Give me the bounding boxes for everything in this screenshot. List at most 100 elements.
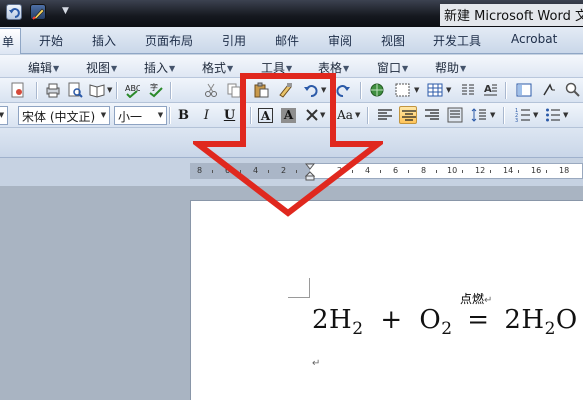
margin-corner-mark <box>288 278 310 298</box>
font-name-select[interactable]: 宋体 (中文正) ▼ <box>18 106 110 125</box>
ruler-tick <box>212 170 213 173</box>
menu-window-label: 窗口 <box>377 61 402 75</box>
ruler-tick <box>380 170 381 173</box>
menu-table[interactable]: 表格▼ <box>318 59 349 76</box>
bullets-icon[interactable] <box>544 106 562 124</box>
ruler-number: 8 <box>197 166 203 175</box>
tab-page-layout[interactable]: 页面布局 <box>145 32 193 49</box>
tab-insert[interactable]: 插入 <box>92 32 116 49</box>
font-name-dropdown-arrow[interactable]: ▼ <box>98 107 109 124</box>
customize-toolbar-dropdown[interactable]: ▼ <box>62 6 69 16</box>
tab-acrobat[interactable]: Acrobat <box>511 32 557 46</box>
change-case-dropdown-arrow[interactable]: ▼ <box>355 111 360 119</box>
change-case-button[interactable]: Aa <box>334 106 356 125</box>
permission-icon[interactable] <box>9 81 27 99</box>
tables-borders-icon[interactable] <box>394 81 412 99</box>
text-effect-icon[interactable] <box>303 106 321 124</box>
paragraph-mark: ↵ <box>312 358 321 369</box>
ruler-number: 12 <box>475 166 486 175</box>
line-spacing-dropdown-arrow[interactable]: ▼ <box>490 111 495 119</box>
menu-help[interactable]: 帮助▼ <box>435 59 466 76</box>
ruler-number: 10 <box>447 166 458 175</box>
tab-home[interactable]: 开始 <box>39 32 63 49</box>
undo-icon[interactable] <box>6 4 22 20</box>
numbering-dropdown-arrow[interactable]: ▼ <box>533 111 538 119</box>
reading-mode-icon[interactable] <box>88 81 106 99</box>
zoom-icon[interactable] <box>564 81 582 99</box>
toolbar-separator <box>505 82 506 99</box>
character-border-button[interactable]: A <box>258 108 273 123</box>
spelling-icon[interactable]: ABC <box>123 81 141 99</box>
print-icon[interactable] <box>44 81 62 99</box>
paste-icon[interactable] <box>252 81 270 99</box>
ruler-tick <box>462 170 463 173</box>
menu-view[interactable]: 视图▼ <box>86 59 117 76</box>
menu-table-label: 表格 <box>318 61 343 75</box>
menu-format[interactable]: 格式▼ <box>202 59 233 76</box>
equation-water-o: O <box>555 305 578 335</box>
show-formatting-icon[interactable] <box>540 81 558 99</box>
ruler-number: 16 <box>531 166 542 175</box>
equation-subscript: 2 <box>441 319 453 339</box>
style-dropdown-arrow[interactable]: ▼ <box>0 107 7 124</box>
ruler-tick <box>436 170 437 173</box>
insert-table-dropdown-arrow[interactable]: ▼ <box>446 86 451 94</box>
menu-edit[interactable]: 编辑▼ <box>28 59 59 76</box>
equation-equals: = <box>467 305 490 335</box>
indent-marker-icon[interactable] <box>305 163 315 181</box>
undo-icon[interactable] <box>302 81 320 99</box>
tab-developer[interactable]: 开发工具 <box>433 32 481 49</box>
tab-mailings[interactable]: 邮件 <box>275 32 299 49</box>
text-direction-icon[interactable]: A <box>481 81 499 99</box>
justify-icon[interactable] <box>446 106 464 124</box>
ruler-number: 4 <box>365 166 371 175</box>
document-page[interactable] <box>190 200 583 400</box>
undo-dropdown-arrow[interactable]: ▼ <box>321 86 326 94</box>
redo-icon[interactable] <box>334 81 352 99</box>
menu-window[interactable]: 窗口▼ <box>377 59 408 76</box>
toolbar-separator <box>503 107 504 124</box>
menu-tools[interactable]: 工具▼ <box>261 59 292 76</box>
insert-table-icon[interactable] <box>426 81 444 99</box>
align-left-icon[interactable] <box>376 106 394 124</box>
hyperlink-icon[interactable] <box>368 81 386 99</box>
document-map-icon[interactable] <box>515 81 533 99</box>
tab-view[interactable]: 视图 <box>381 32 405 49</box>
reading-mode-dropdown-arrow[interactable]: ▼ <box>107 86 112 94</box>
tab-menu[interactable]: 单 <box>0 28 22 54</box>
bold-button[interactable]: B <box>174 106 193 125</box>
chemical-equation[interactable]: 2H2 + O2 = 2H2O <box>312 305 578 339</box>
ruler-number: 2 <box>337 166 343 175</box>
cut-icon[interactable] <box>202 81 220 99</box>
ruler-number: 18 <box>559 166 570 175</box>
tables-borders-dropdown-arrow[interactable]: ▼ <box>414 86 419 94</box>
underline-button[interactable]: U <box>220 106 239 125</box>
numbering-icon[interactable]: 123 <box>514 106 532 124</box>
align-center-icon[interactable] <box>399 106 417 124</box>
columns-icon[interactable] <box>459 81 477 99</box>
tab-references[interactable]: 引用 <box>222 32 246 49</box>
tab-review[interactable]: 审阅 <box>328 32 352 49</box>
font-size-dropdown-arrow[interactable]: ▼ <box>155 107 166 124</box>
ruler-tick <box>490 170 491 173</box>
edit-pen-icon[interactable] <box>30 4 46 20</box>
style-combo[interactable]: ▼ <box>0 106 8 125</box>
format-painter-icon[interactable] <box>276 81 294 99</box>
font-name-value: 宋体 (中文正) <box>22 110 96 124</box>
align-right-icon[interactable] <box>423 106 441 124</box>
copy-icon[interactable] <box>225 81 243 99</box>
line-spacing-icon[interactable] <box>470 106 488 124</box>
print-preview-icon[interactable] <box>66 81 84 99</box>
italic-button[interactable]: I <box>197 106 216 125</box>
bullets-dropdown-arrow[interactable]: ▼ <box>563 111 568 119</box>
character-shading-button[interactable]: A <box>281 108 296 123</box>
equation-subscript: 2 <box>544 319 556 339</box>
toolbar-separator <box>116 82 117 99</box>
font-size-select[interactable]: 小一 ▼ <box>114 106 167 125</box>
ruler-left-margin <box>190 163 310 179</box>
underline-dropdown-arrow[interactable]: ▼ <box>240 111 245 119</box>
svg-text:A: A <box>484 84 492 95</box>
research-icon[interactable]: 字 <box>147 81 165 99</box>
text-effect-dropdown-arrow[interactable]: ▼ <box>320 111 325 119</box>
menu-insert[interactable]: 插入▼ <box>144 59 175 76</box>
